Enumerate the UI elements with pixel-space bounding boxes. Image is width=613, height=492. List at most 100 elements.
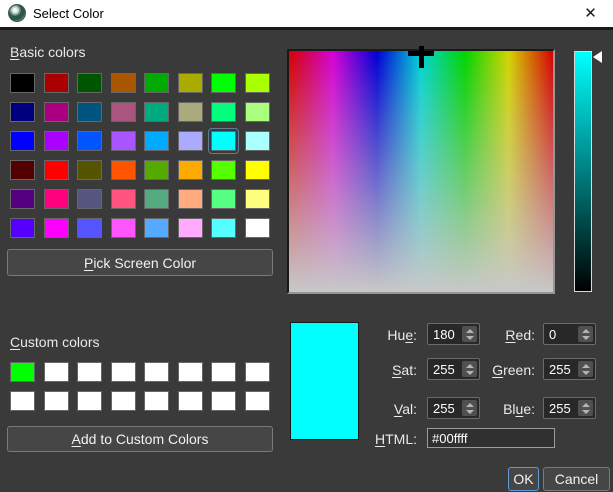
color-swatch[interactable] — [77, 362, 102, 382]
color-swatch[interactable] — [144, 102, 169, 122]
color-swatch[interactable] — [10, 362, 35, 382]
spin-up-icon[interactable] — [582, 329, 590, 333]
color-swatch[interactable] — [77, 391, 102, 411]
color-swatch[interactable] — [10, 102, 35, 122]
color-swatch[interactable] — [77, 131, 102, 151]
blue-spinbox[interactable]: 255 — [543, 397, 596, 419]
sat-spinbox-value[interactable]: 255 — [428, 359, 462, 379]
cancel-button[interactable]: Cancel — [543, 467, 610, 491]
color-swatch[interactable] — [245, 73, 270, 93]
pick-screen-color-button[interactable]: Pick Screen Color — [7, 249, 273, 276]
spin-up-icon[interactable] — [582, 403, 590, 407]
blue-spinbox-value[interactable]: 255 — [544, 398, 578, 418]
color-swatch[interactable] — [111, 131, 136, 151]
spin-up-icon[interactable] — [466, 364, 474, 368]
color-swatch[interactable] — [211, 218, 236, 238]
val-spinbox-value[interactable]: 255 — [428, 398, 462, 418]
color-swatch[interactable] — [245, 160, 270, 180]
color-swatch[interactable] — [178, 391, 203, 411]
color-swatch[interactable] — [245, 189, 270, 209]
color-swatch[interactable] — [10, 73, 35, 93]
color-swatch[interactable] — [10, 131, 35, 151]
spin-down-icon[interactable] — [582, 410, 590, 414]
hue-spinbox[interactable]: 180 — [427, 323, 480, 345]
ok-button[interactable]: OK — [508, 467, 539, 491]
spin-down-icon[interactable] — [466, 371, 474, 375]
close-button[interactable]: ✕ — [568, 0, 613, 27]
val-spinbox[interactable]: 255 — [427, 397, 480, 419]
color-swatch[interactable] — [77, 160, 102, 180]
color-swatch[interactable] — [211, 160, 236, 180]
color-swatch[interactable] — [178, 160, 203, 180]
color-swatch[interactable] — [144, 189, 169, 209]
color-swatch[interactable] — [178, 189, 203, 209]
color-swatch[interactable] — [144, 391, 169, 411]
color-swatch[interactable] — [178, 102, 203, 122]
color-swatch[interactable] — [44, 160, 69, 180]
color-swatch[interactable] — [144, 218, 169, 238]
color-swatch[interactable] — [111, 218, 136, 238]
color-swatch[interactable] — [44, 131, 69, 151]
hue-spinbox-value[interactable]: 180 — [428, 324, 462, 344]
color-swatch[interactable] — [111, 102, 136, 122]
spin-down-icon[interactable] — [466, 410, 474, 414]
red-spinbox-value[interactable]: 0 — [544, 324, 578, 344]
green-spinbox-value[interactable]: 255 — [544, 359, 578, 379]
color-swatch[interactable] — [211, 362, 236, 382]
color-swatch[interactable] — [10, 189, 35, 209]
color-swatch[interactable] — [211, 102, 236, 122]
html-input[interactable] — [427, 428, 555, 448]
green-spinbox-buttons — [578, 361, 593, 377]
add-to-custom-colors-button[interactable]: Add to Custom Colors — [7, 426, 273, 452]
value-slider[interactable] — [574, 51, 592, 292]
color-swatch[interactable] — [44, 102, 69, 122]
color-swatch[interactable] — [77, 102, 102, 122]
hue-spinbox-buttons — [462, 326, 477, 342]
sat-spinbox[interactable]: 255 — [427, 358, 480, 380]
color-swatch[interactable] — [211, 131, 236, 151]
color-swatch[interactable] — [245, 362, 270, 382]
color-swatch[interactable] — [44, 73, 69, 93]
color-swatch[interactable] — [10, 218, 35, 238]
color-swatch[interactable] — [44, 391, 69, 411]
color-swatch[interactable] — [10, 160, 35, 180]
spin-up-icon[interactable] — [466, 403, 474, 407]
color-swatch[interactable] — [77, 73, 102, 93]
color-swatch[interactable] — [178, 218, 203, 238]
color-swatch[interactable] — [178, 131, 203, 151]
sat-label: Sat: — [332, 362, 417, 378]
spin-up-icon[interactable] — [582, 364, 590, 368]
color-swatch[interactable] — [245, 102, 270, 122]
hue-sat-map[interactable] — [287, 49, 555, 294]
color-swatch[interactable] — [144, 160, 169, 180]
color-swatch[interactable] — [10, 391, 35, 411]
red-spinbox[interactable]: 0 — [543, 323, 596, 345]
color-swatch[interactable] — [77, 189, 102, 209]
color-swatch[interactable] — [144, 362, 169, 382]
color-swatch[interactable] — [111, 391, 136, 411]
color-swatch[interactable] — [178, 73, 203, 93]
green-spinbox[interactable]: 255 — [543, 358, 596, 380]
color-swatch[interactable] — [111, 160, 136, 180]
color-swatch[interactable] — [77, 218, 102, 238]
color-swatch[interactable] — [144, 131, 169, 151]
color-swatch[interactable] — [211, 189, 236, 209]
spin-up-icon[interactable] — [466, 329, 474, 333]
color-swatch[interactable] — [44, 218, 69, 238]
color-swatch[interactable] — [211, 391, 236, 411]
spin-down-icon[interactable] — [582, 371, 590, 375]
slider-arrow-icon[interactable] — [593, 51, 602, 63]
color-swatch[interactable] — [111, 362, 136, 382]
color-swatch[interactable] — [111, 189, 136, 209]
color-swatch[interactable] — [245, 391, 270, 411]
color-swatch[interactable] — [245, 218, 270, 238]
color-swatch[interactable] — [245, 131, 270, 151]
color-swatch[interactable] — [44, 362, 69, 382]
color-swatch[interactable] — [111, 73, 136, 93]
color-swatch[interactable] — [211, 73, 236, 93]
spin-down-icon[interactable] — [582, 336, 590, 340]
color-swatch[interactable] — [178, 362, 203, 382]
color-swatch[interactable] — [44, 189, 69, 209]
spin-down-icon[interactable] — [466, 336, 474, 340]
color-swatch[interactable] — [144, 73, 169, 93]
